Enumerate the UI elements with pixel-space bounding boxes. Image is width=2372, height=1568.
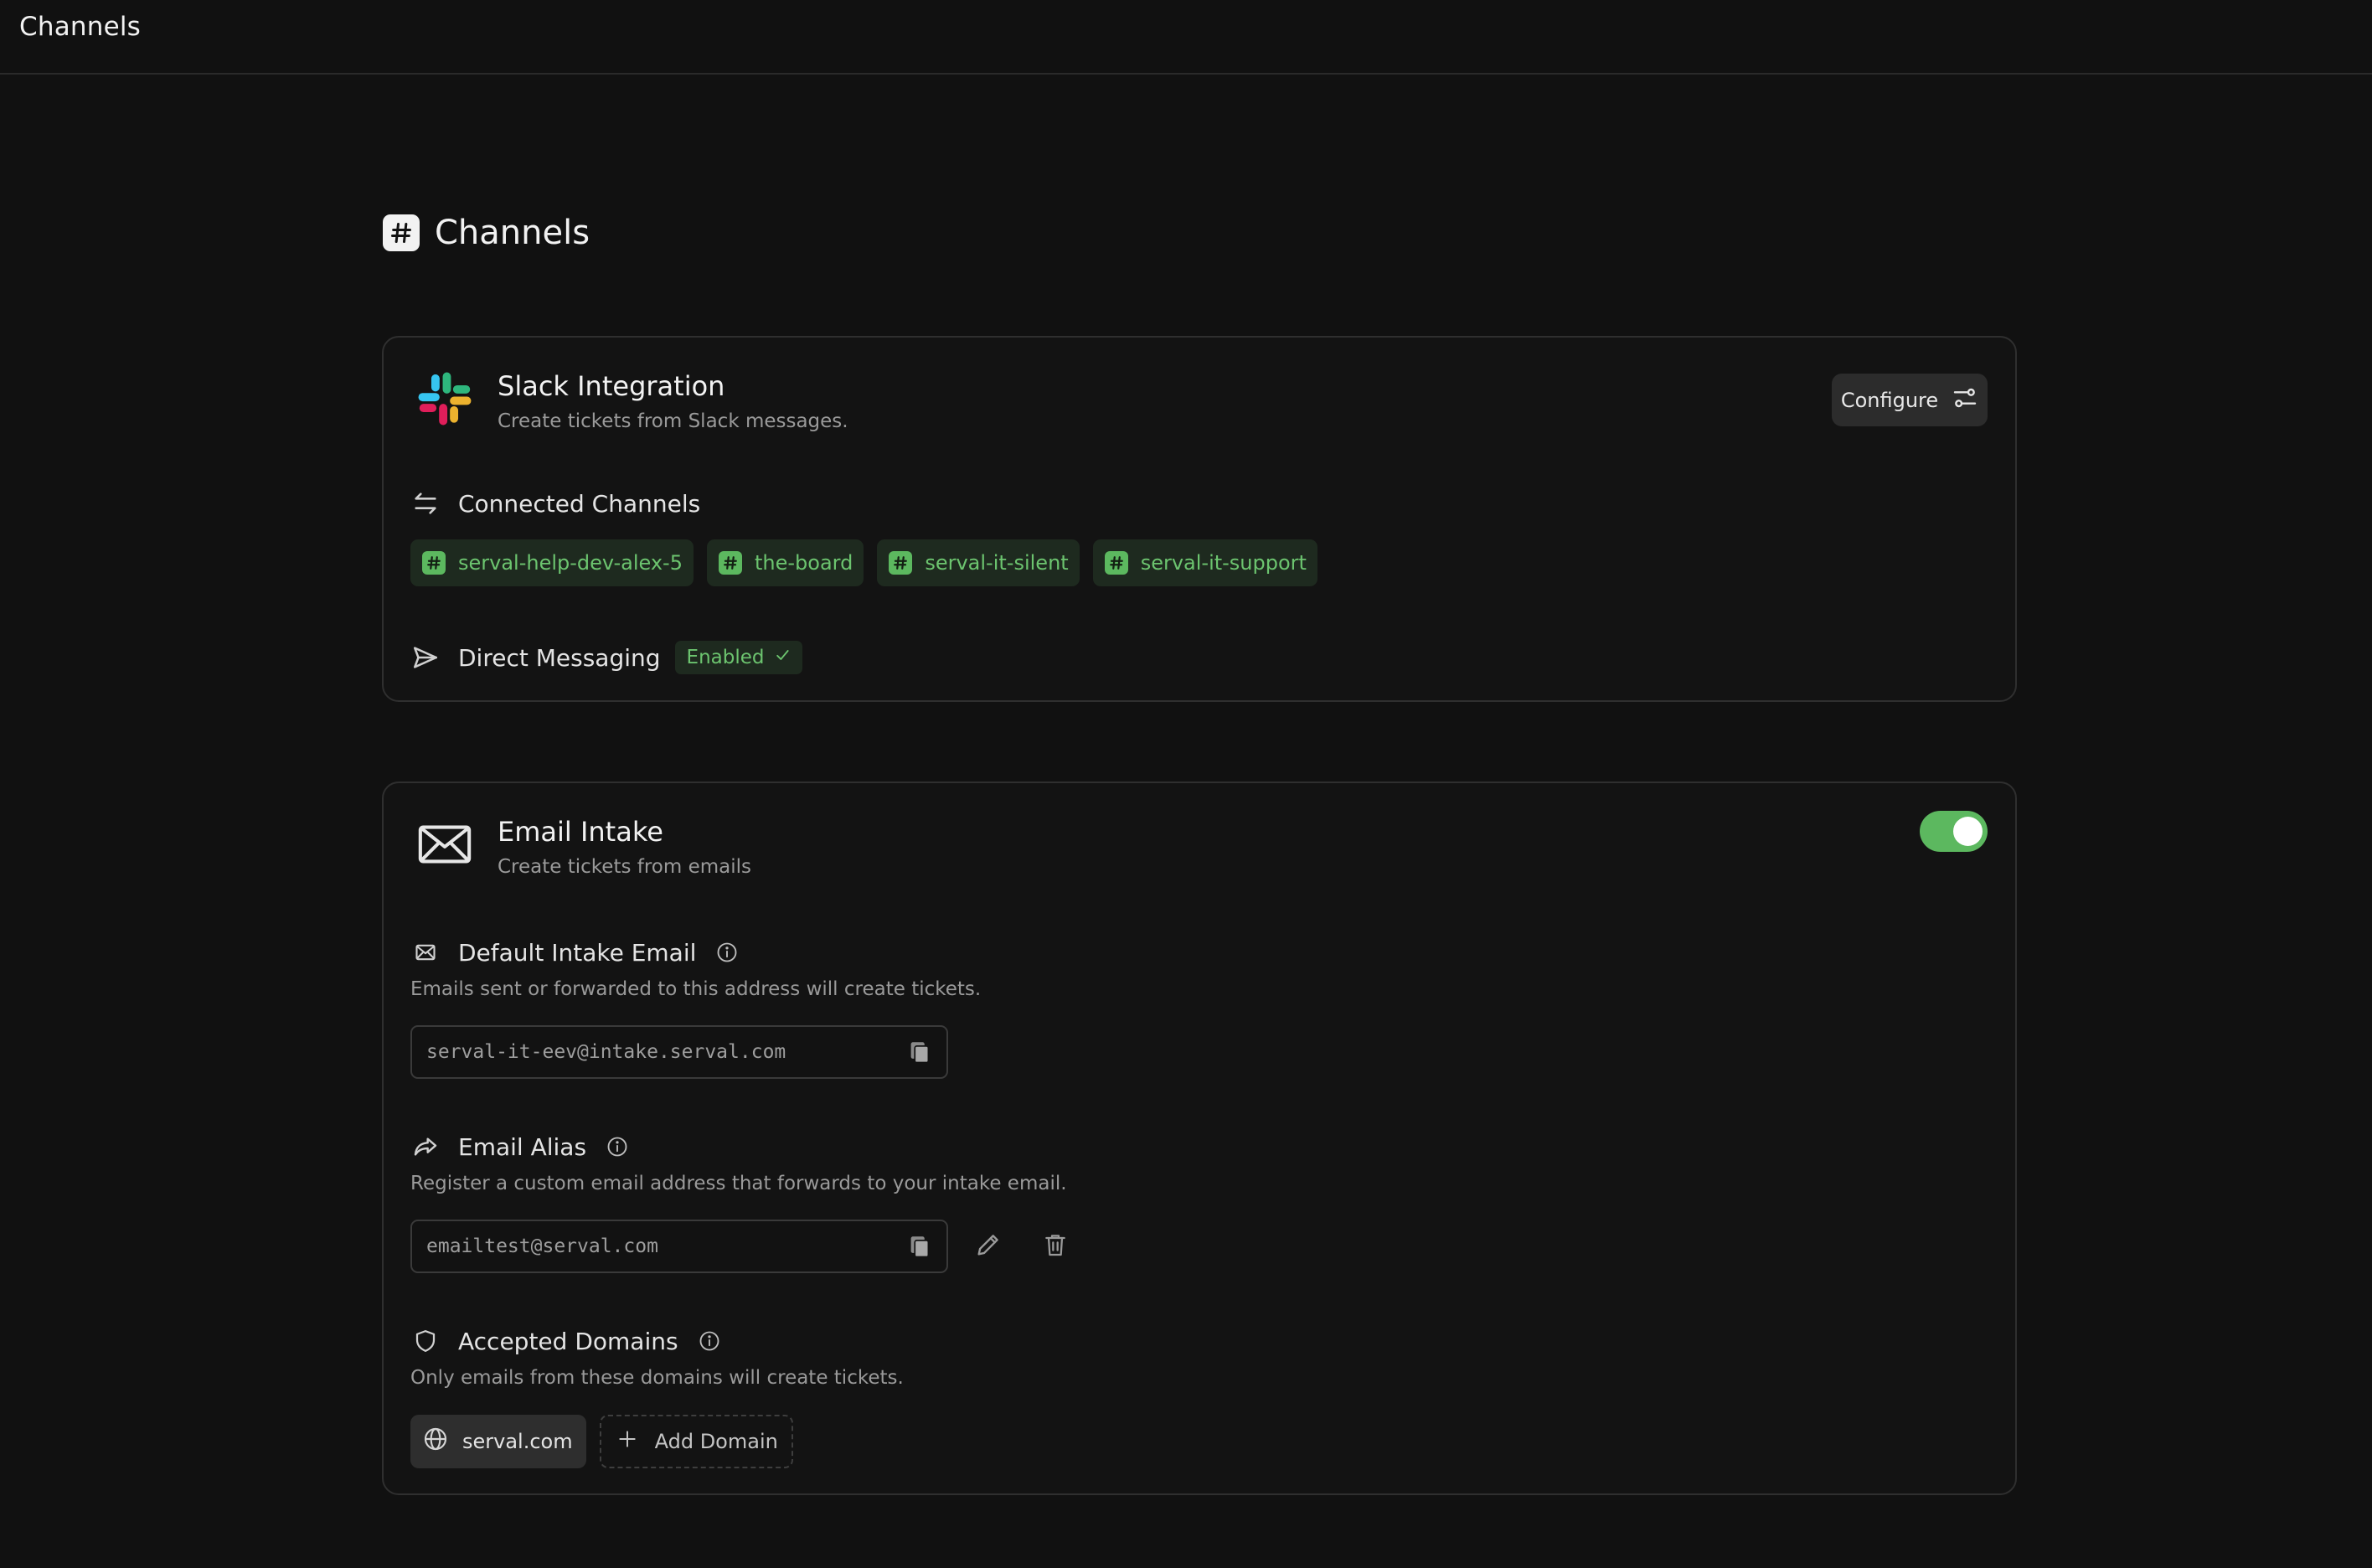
- page-title: Channels: [435, 214, 590, 252]
- slack-logo-icon: [414, 368, 476, 430]
- add-domain-label: Add Domain: [654, 1430, 778, 1453]
- domain-list: serval.com Add Domain: [410, 1415, 793, 1468]
- slack-integration-card: Slack Integration Create tickets from Sl…: [382, 336, 2017, 702]
- email-card-title: Email Intake: [498, 816, 663, 848]
- edit-alias-button[interactable]: [972, 1230, 1005, 1263]
- connected-channels-header: Connected Channels: [410, 488, 700, 518]
- configure-button-label: Configure: [1840, 388, 1939, 412]
- send-icon: [410, 642, 441, 673]
- envelope-icon: [414, 813, 476, 875]
- mail-icon: [410, 937, 441, 967]
- channel-chip-label: serval-it-support: [1140, 551, 1307, 575]
- info-icon[interactable]: [714, 940, 740, 965]
- hash-icon: [718, 551, 742, 575]
- configure-button[interactable]: Configure: [1832, 374, 1988, 426]
- info-icon[interactable]: [605, 1134, 630, 1159]
- add-domain-button[interactable]: Add Domain: [599, 1415, 793, 1468]
- connected-channels-label: Connected Channels: [458, 489, 701, 518]
- email-alias-header: Email Alias: [410, 1132, 630, 1162]
- email-intake-card: Email Intake Create tickets from emails …: [382, 781, 2017, 1495]
- channel-chip[interactable]: the-board: [706, 539, 864, 586]
- email-card-subtitle: Create tickets from emails: [498, 856, 751, 878]
- shield-icon: [410, 1326, 441, 1356]
- domain-chip[interactable]: serval.com: [410, 1415, 586, 1468]
- channel-chip-label: the-board: [754, 551, 853, 575]
- toggle-knob: [1953, 817, 1983, 846]
- copy-icon[interactable]: [908, 1235, 931, 1260]
- info-icon[interactable]: [697, 1328, 722, 1354]
- channel-chip-list: serval-help-dev-alex-5 the-board serval-…: [410, 539, 1317, 586]
- trash-icon: [1042, 1231, 1069, 1261]
- enabled-badge-label: Enabled: [686, 647, 765, 668]
- accepted-domains-header: Accepted Domains: [410, 1326, 722, 1356]
- hash-icon: [1104, 551, 1128, 575]
- hash-icon: [889, 551, 913, 575]
- sliders-icon: [1952, 384, 1978, 416]
- arrows-exchange-icon: [410, 488, 441, 518]
- top-bar: Channels: [0, 0, 2372, 75]
- slack-card-subtitle: Create tickets from Slack messages.: [498, 410, 848, 432]
- page-header: Channels: [383, 209, 590, 256]
- hash-icon: [422, 551, 446, 575]
- email-card-header: Email Intake Create tickets from emails: [414, 813, 751, 878]
- domain-chip-label: serval.com: [462, 1430, 573, 1453]
- check-icon: [774, 647, 791, 668]
- email-alias-label: Email Alias: [458, 1132, 587, 1161]
- default-intake-header: Default Intake Email: [410, 937, 740, 967]
- email-alias-description: Register a custom email address that for…: [410, 1173, 1067, 1194]
- default-intake-label: Default Intake Email: [458, 938, 697, 967]
- channel-chip[interactable]: serval-it-support: [1092, 539, 1317, 586]
- enabled-badge: Enabled: [674, 641, 803, 674]
- accepted-domains-label: Accepted Domains: [458, 1327, 678, 1355]
- copy-icon[interactable]: [908, 1040, 931, 1065]
- channel-chip-label: serval-it-silent: [925, 551, 1069, 575]
- pencil-icon: [974, 1230, 1003, 1262]
- globe-icon: [422, 1426, 449, 1457]
- topbar-title: Channels: [19, 12, 142, 42]
- forward-icon: [410, 1132, 441, 1162]
- accepted-domains-description: Only emails from these domains will crea…: [410, 1367, 904, 1389]
- default-intake-email-field[interactable]: serval-it-eev@intake.serval.com: [410, 1025, 948, 1079]
- slack-card-header: Slack Integration Create tickets from Sl…: [414, 368, 848, 432]
- hash-icon: [383, 214, 420, 251]
- default-intake-email-value: serval-it-eev@intake.serval.com: [426, 1041, 786, 1063]
- slack-card-title: Slack Integration: [498, 370, 725, 402]
- channel-chip[interactable]: serval-it-silent: [877, 539, 1080, 586]
- plus-icon: [616, 1428, 638, 1455]
- channel-chip[interactable]: serval-help-dev-alex-5: [410, 539, 694, 586]
- default-intake-description: Emails sent or forwarded to this address…: [410, 978, 982, 1000]
- channel-chip-label: serval-help-dev-alex-5: [458, 551, 683, 575]
- email-alias-field[interactable]: emailtest@serval.com: [410, 1220, 948, 1273]
- email-intake-toggle[interactable]: [1920, 811, 1988, 852]
- direct-messaging-label: Direct Messaging: [458, 643, 661, 672]
- delete-alias-button[interactable]: [1039, 1230, 1072, 1263]
- direct-messaging-row: Direct Messaging Enabled: [410, 641, 803, 674]
- email-alias-value: emailtest@serval.com: [426, 1235, 658, 1257]
